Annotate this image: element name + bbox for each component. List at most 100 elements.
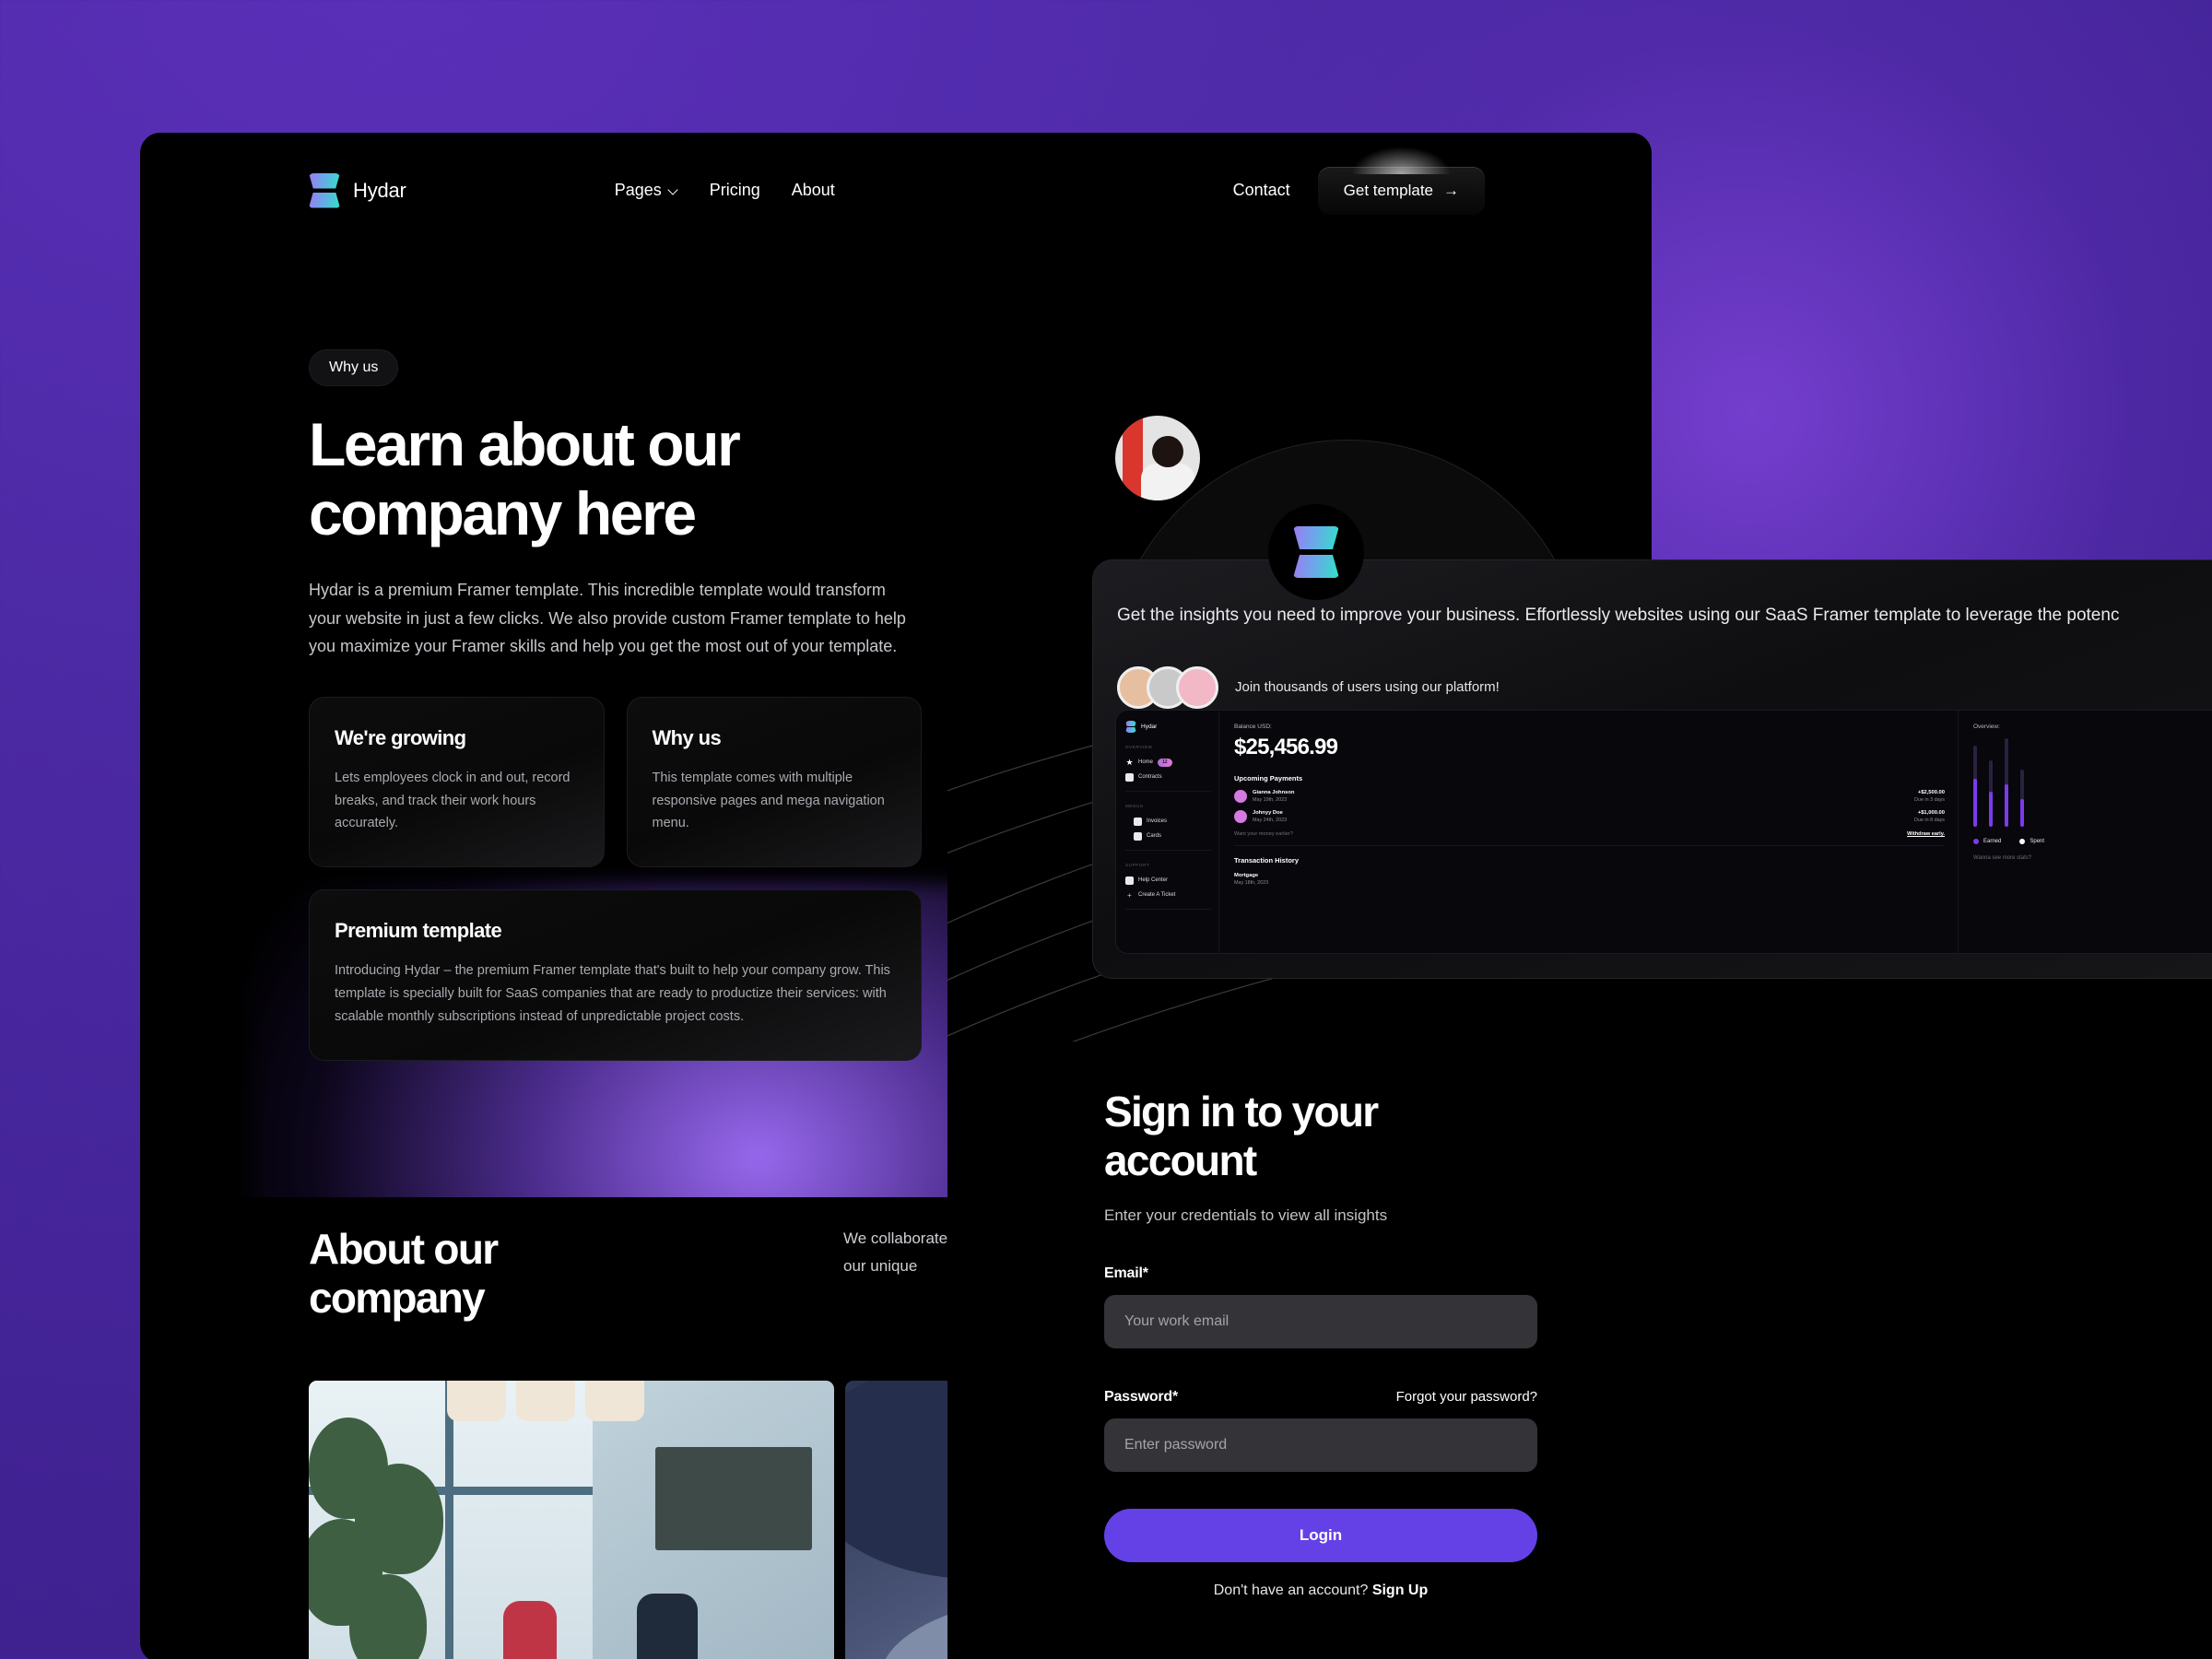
feature-cards: We're growing Lets employees clock in an… — [309, 696, 922, 1062]
dashboard-sidebar: Hydar OVERVIEW ★ Home 12 Contracts MENUS… — [1116, 711, 1219, 953]
legend-swatch — [2019, 839, 2026, 844]
withdraw-early-link[interactable]: Withdraw early. — [1907, 831, 1945, 837]
hero-paragraph: Hydar is a premium Framer template. This… — [309, 581, 906, 655]
promo-text: Get the insights you need to improve you… — [1117, 606, 2120, 625]
invoice-icon — [1134, 817, 1142, 826]
nav-links: Pages Pricing About — [615, 181, 835, 200]
feature-card-title: Premium template — [335, 919, 502, 943]
feature-card[interactable]: Why us This template comes with multiple… — [626, 696, 922, 868]
nav-item-pages-label: Pages — [614, 181, 662, 199]
payment-row: Gianna Johnson May 19th, 2023 +$2,500.00… — [1234, 790, 1958, 803]
payment-row: Johnyy Doe May 24th, 2023 +$1,000.00 Due… — [1234, 810, 1958, 823]
more-stats-link[interactable]: Wanna see more stats? — [1973, 855, 2212, 861]
dashboard-mockup: Hydar OVERVIEW ★ Home 12 Contracts MENUS… — [1115, 710, 2212, 954]
signup-link[interactable]: Sign Up — [1372, 1583, 1428, 1598]
home-badge: 12 — [1158, 758, 1172, 767]
sidebar-item-label: Invoices — [1147, 818, 1168, 824]
forgot-password-link[interactable]: Forgot your password? — [1396, 1389, 1537, 1405]
nav-actions: Contact Get template → — [1233, 146, 1485, 215]
dashboard-brand: Hydar — [1125, 721, 1218, 733]
signin-subheading: Enter your credentials to view all insig… — [1104, 1206, 1388, 1224]
signup-prompt: Don't have an account? Sign Up — [1104, 1583, 1537, 1599]
about-heading: About our company — [309, 1225, 499, 1323]
feature-card-body: This template comes with multiple respon… — [652, 770, 885, 831]
legend-label: Spent — [2030, 839, 2045, 844]
payment-amount: +$2,500.00 — [1917, 790, 1945, 796]
chart-bar-group — [2020, 742, 2024, 827]
feature-card[interactable]: We're growing Lets employees clock in an… — [309, 696, 605, 868]
signup-prompt-text: Don't have an account? — [1213, 1582, 1372, 1598]
signin-form: Sign in to your account Enter your crede… — [1104, 1088, 1537, 1599]
legend-swatch — [1973, 839, 1979, 844]
contract-icon — [1125, 772, 1134, 782]
feature-card-title: Why us — [652, 725, 722, 749]
arrow-right-icon: → — [1443, 181, 1459, 199]
hydar-logo-icon — [1125, 721, 1136, 733]
page-title: Learn about our company here — [309, 410, 741, 548]
social-proof-text: Join thousands of users using our platfo… — [1235, 678, 1500, 695]
login-button[interactable]: Login — [1104, 1508, 1537, 1562]
card-icon — [1134, 831, 1142, 841]
chart-bar-group — [1989, 742, 1993, 827]
feature-card[interactable]: Premium template Introducing Hydar – the… — [309, 889, 922, 1062]
sidebar-group-label: SUPPORT — [1125, 863, 1150, 867]
transaction-history-title: Transaction History — [1234, 856, 1300, 865]
balance-value: $25,456.99 — [1234, 735, 1338, 759]
money-earlier-text: Want your money earlier? — [1234, 831, 1293, 837]
brand-name: Hydar — [353, 178, 406, 202]
avatar — [1234, 810, 1247, 823]
nav-item-pricing[interactable]: Pricing — [710, 181, 760, 200]
payment-name: Johnyy Doe — [1253, 810, 1283, 817]
payment-due: Due in 3 days — [1914, 796, 1945, 803]
sidebar-item-create-ticket[interactable]: + Create A Ticket — [1125, 888, 1218, 902]
password-field-group: Password* Forgot your password? — [1104, 1389, 1537, 1472]
sidebar-item-home[interactable]: ★ Home 12 — [1125, 755, 1218, 770]
password-input[interactable] — [1104, 1418, 1537, 1472]
get-template-label: Get template — [1343, 181, 1433, 199]
sidebar-item-label: Home — [1138, 759, 1154, 765]
feature-card-body: Introducing Hydar – the premium Framer t… — [335, 963, 890, 1025]
feature-card-title: We're growing — [335, 725, 466, 749]
sidebar-item-contracts[interactable]: Contracts — [1125, 770, 1218, 784]
why-us-pill: Why us — [309, 349, 399, 386]
get-template-button[interactable]: Get template → — [1317, 146, 1485, 215]
document-icon — [1125, 876, 1134, 885]
payment-amount: +$1,000.00 — [1917, 810, 1945, 817]
avatar-stack — [1117, 665, 1218, 709]
dashboard-main: Balance USD: $25,456.99 Upcoming Payment… — [1219, 711, 1958, 953]
sidebar-item-invoices[interactable]: Invoices — [1125, 814, 1218, 829]
sidebar-item-label: Contracts — [1138, 774, 1162, 780]
withdraw-row: Want your money earlier? Withdraw early. — [1234, 831, 1945, 837]
nav-item-pages[interactable]: Pages — [615, 181, 678, 200]
sidebar-group-label: OVERVIEW — [1125, 745, 1153, 749]
legend-item-earned: Earned — [1973, 839, 2001, 844]
nav-item-contact[interactable]: Contact — [1233, 181, 1290, 200]
payment-date: May 19th, 2023 — [1253, 796, 1288, 803]
dashboard-brand-name: Hydar — [1141, 724, 1158, 730]
legend-label: Earned — [1983, 839, 2002, 844]
plus-icon: + — [1127, 890, 1132, 900]
email-input[interactable] — [1104, 1294, 1537, 1348]
nav-item-about[interactable]: About — [792, 181, 835, 200]
dashboard-overview-chart: Overview: Earned Spent Wanna see more st… — [1958, 711, 2212, 953]
sidebar-item-help-center[interactable]: Help Center — [1125, 873, 1218, 888]
hydar-logo-icon — [1293, 526, 1339, 578]
sidebar-group-label: MENUS — [1125, 804, 1144, 808]
feature-card-body: Lets employees clock in and out, record … — [335, 770, 571, 831]
office-meeting-photo — [309, 1380, 834, 1659]
balance-label: Balance USD: — [1234, 724, 1272, 730]
hero-avatar-small — [1115, 416, 1200, 500]
sidebar-item-label: Help Center — [1138, 877, 1169, 883]
sidebar-item-label: Create A Ticket — [1138, 892, 1176, 898]
sidebar-item-cards[interactable]: Cards — [1125, 829, 1218, 843]
avatar — [1234, 790, 1247, 803]
transaction-name: Mortgage — [1234, 873, 1259, 878]
email-field-group: Email* — [1104, 1265, 1537, 1348]
brand-logo[interactable]: Hydar — [309, 172, 406, 208]
payment-date: May 24th, 2023 — [1253, 817, 1288, 823]
overview-bar-chart — [1973, 738, 2212, 827]
signin-heading: Sign in to your account — [1104, 1088, 1379, 1185]
chart-legend: Earned Spent — [1973, 839, 2212, 844]
avatar — [1176, 665, 1218, 709]
star-icon: ★ — [1125, 757, 1134, 767]
